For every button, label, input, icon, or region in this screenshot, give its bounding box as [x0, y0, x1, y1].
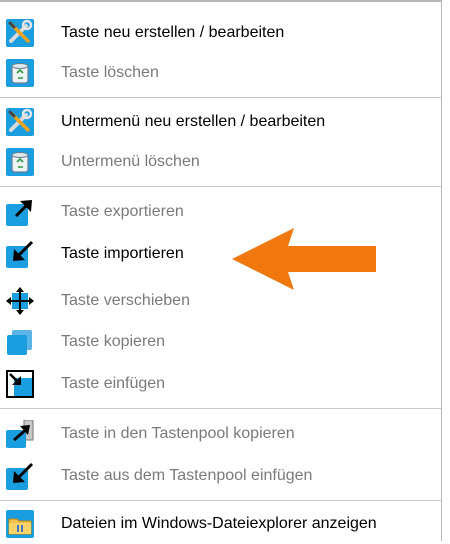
- menu-item-copy-key[interactable]: Taste kopieren: [0, 322, 441, 362]
- tools-icon: [6, 19, 34, 47]
- menu-item-label: Untermenü löschen: [61, 153, 200, 170]
- recycle-bin-icon: [6, 148, 34, 176]
- import-icon: [6, 240, 34, 268]
- menu-item-label: Taste importieren: [61, 245, 184, 262]
- menu-item-label: Taste in den Tastenpool kopieren: [61, 425, 295, 442]
- menu-item-label: Taste exportieren: [61, 203, 184, 220]
- file-explorer-icon: [6, 510, 34, 538]
- menu-separator: [0, 97, 441, 98]
- tools-icon: [6, 108, 34, 136]
- menu-item-paste-from-pool[interactable]: Taste aus dem Tastenpool einfügen: [0, 456, 441, 496]
- menu-item-label: Taste einfügen: [61, 375, 166, 392]
- pool-paste-icon: [6, 462, 34, 490]
- recycle-bin-icon: [6, 59, 34, 87]
- menu-item-label: Taste kopieren: [61, 333, 166, 350]
- menu-item-create-edit-submenu[interactable]: Untermenü neu erstellen / bearbeiten: [0, 102, 441, 142]
- menu-item-label: Dateien im Windows-Dateiexplorer anzeige…: [61, 515, 377, 532]
- highlight-arrow-icon: [232, 228, 376, 290]
- menu-item-label: Taste aus dem Tastenpool einfügen: [61, 467, 313, 484]
- menu-separator: [0, 186, 441, 187]
- menu-item-export-key[interactable]: Taste exportieren: [0, 192, 441, 232]
- paste-icon: [6, 370, 34, 398]
- menu-item-copy-to-pool[interactable]: Taste in den Tastenpool kopieren: [0, 414, 441, 454]
- move-icon: [6, 287, 34, 315]
- pool-copy-icon: [6, 420, 34, 448]
- menu-item-show-in-explorer[interactable]: Dateien im Windows-Dateiexplorer anzeige…: [0, 504, 441, 544]
- menu-item-delete-submenu[interactable]: Untermenü löschen: [0, 142, 441, 182]
- menu-item-label: Taste löschen: [61, 64, 159, 81]
- menu-item-paste-key[interactable]: Taste einfügen: [0, 364, 441, 404]
- menu-item-label: Taste neu erstellen / bearbeiten: [61, 24, 285, 41]
- menu-top-border: [0, 0, 441, 2]
- export-icon: [6, 198, 34, 226]
- copy-icon: [6, 328, 34, 356]
- menu-item-label: Untermenü neu erstellen / bearbeiten: [61, 113, 326, 130]
- menu-item-create-edit-key[interactable]: Taste neu erstellen / bearbeiten: [0, 13, 441, 53]
- menu-item-delete-key[interactable]: Taste löschen: [0, 53, 441, 93]
- menu-separator: [0, 408, 441, 409]
- menu-separator: [0, 500, 441, 501]
- menu-item-label: Taste verschieben: [61, 292, 190, 309]
